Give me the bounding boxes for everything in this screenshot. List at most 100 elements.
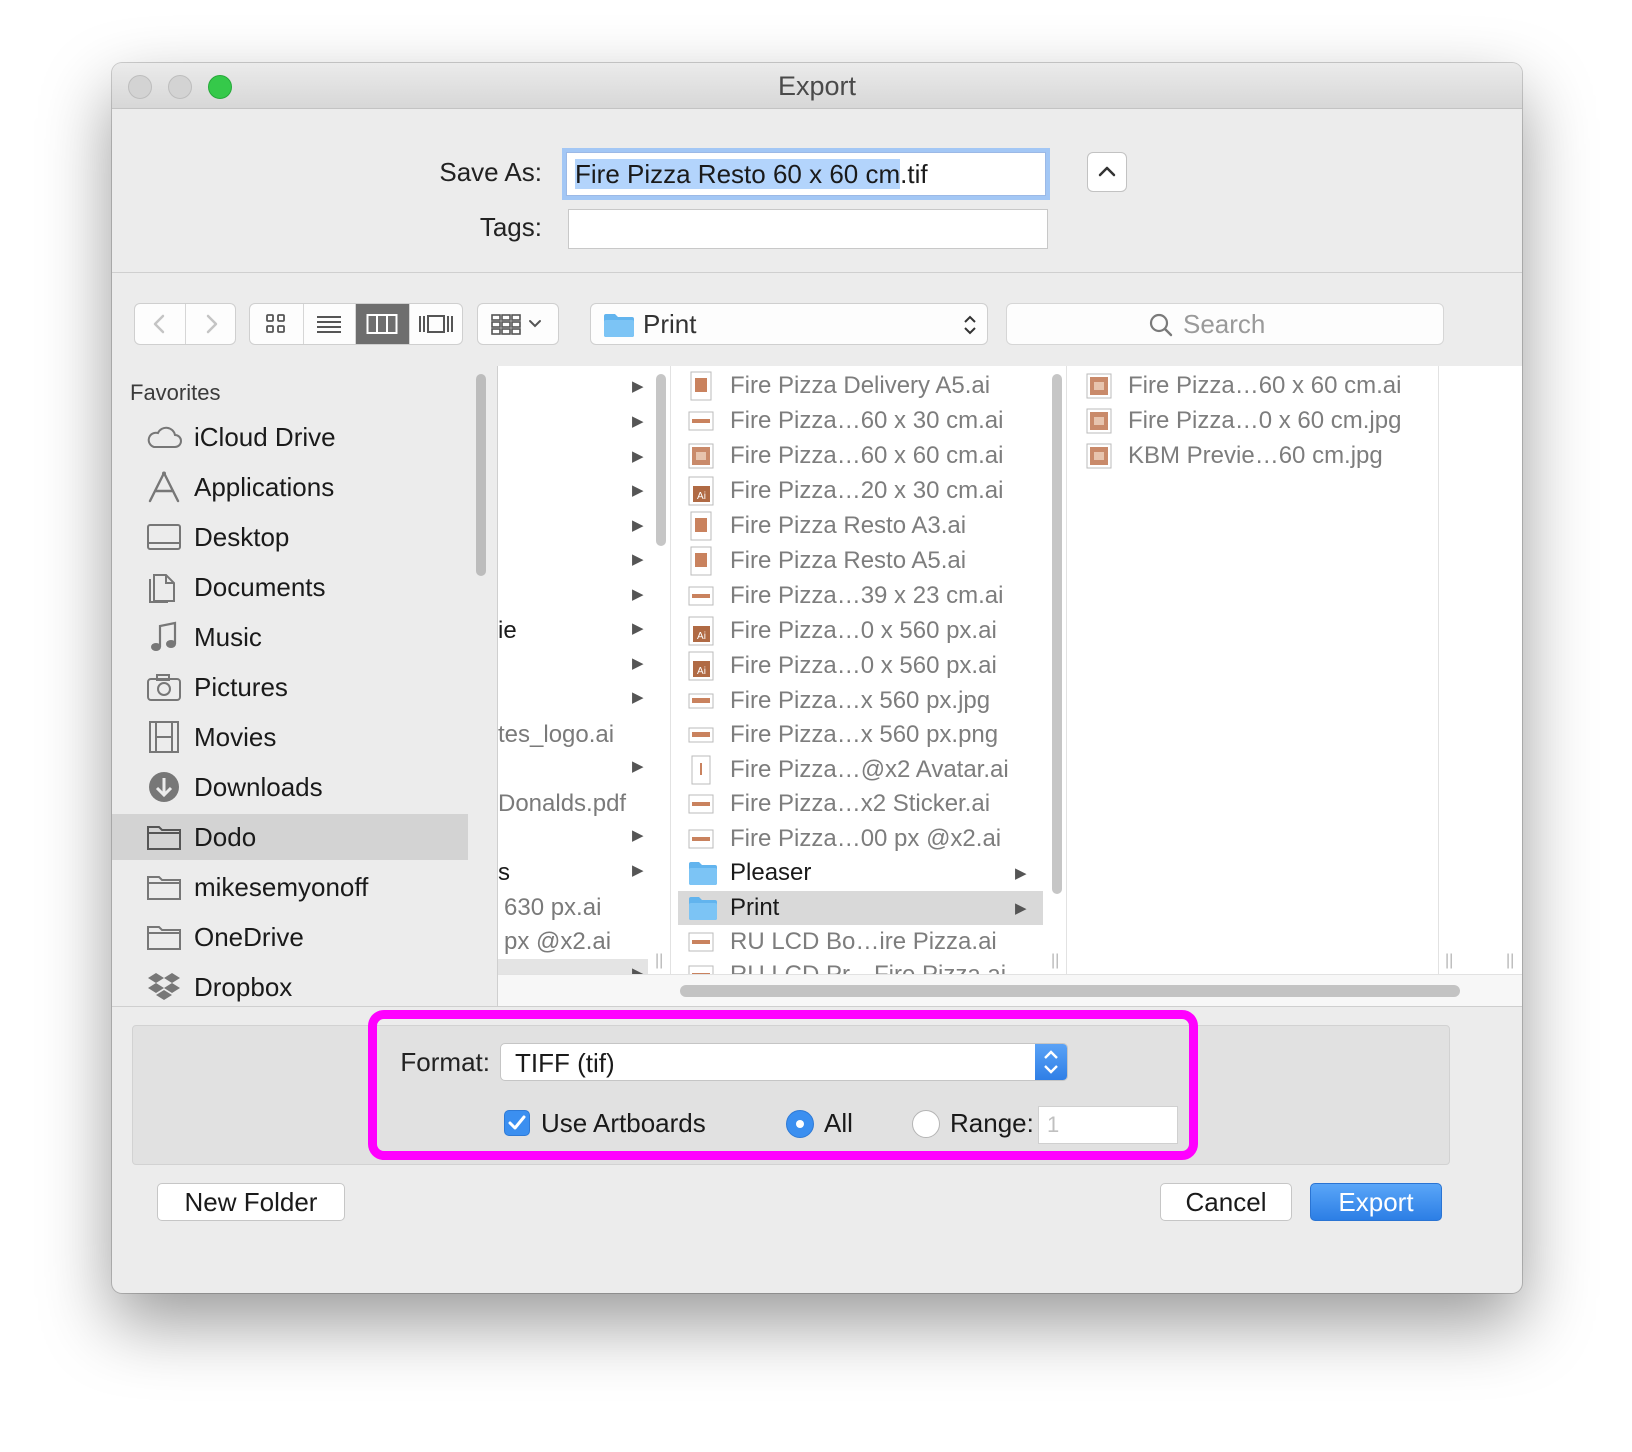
image-file-icon xyxy=(1086,371,1112,401)
forward-button[interactable] xyxy=(185,304,235,344)
filename-extension: .tif xyxy=(900,159,928,189)
sidebar-item-movies[interactable]: Movies xyxy=(112,714,468,760)
file-item[interactable]: Fire Pizza…60 x 30 cm.ai xyxy=(678,404,1043,438)
back-button[interactable] xyxy=(135,304,185,344)
file-item[interactable]: Fire Pizza…@x2 Avatar.ai xyxy=(678,753,1043,787)
folder-item-pleaser[interactable]: Pleaser ▶ xyxy=(678,856,1043,890)
sidebar-item-music[interactable]: Music xyxy=(112,614,468,660)
collapse-dialog-button[interactable] xyxy=(1087,152,1127,192)
column-1-scrollbar[interactable] xyxy=(656,374,666,546)
column-1-item[interactable]: 630 px.ai xyxy=(504,891,652,925)
column-resize-handle[interactable]: || xyxy=(1506,952,1514,970)
column-1-item[interactable]: tes_logo.ai xyxy=(498,718,646,752)
music-icon xyxy=(144,619,184,655)
sidebar-item-label: Downloads xyxy=(194,771,323,802)
sidebar-item-dodo[interactable]: Dodo xyxy=(112,814,468,860)
tags-field[interactable] xyxy=(568,209,1048,249)
file-item[interactable]: RU LCD Bo…ire Pizza.ai xyxy=(678,925,1043,959)
column-1-item[interactable] xyxy=(498,509,646,543)
export-button[interactable]: Export xyxy=(1310,1183,1442,1221)
disclosure-arrow-icon: ▶ xyxy=(632,413,644,430)
column-1-item[interactable] xyxy=(498,474,646,508)
column-1-item[interactable]: ie xyxy=(498,614,646,648)
file-item[interactable]: Fire Pizza Resto A5.ai xyxy=(678,544,1043,578)
disclosure-arrow-icon: ▶ xyxy=(632,517,644,534)
column-1-item[interactable]: s xyxy=(498,856,646,890)
sidebar-item-pictures[interactable]: Pictures xyxy=(112,664,468,710)
column-1-item[interactable]: Donalds.pdf xyxy=(498,787,646,821)
file-item[interactable]: Fire Pizza…39 x 23 cm.ai xyxy=(678,579,1043,613)
disclosure-arrow-icon: ▶ xyxy=(632,551,644,568)
sidebar-item-documents[interactable]: Documents xyxy=(112,564,468,610)
folder-icon xyxy=(688,858,717,888)
file-item[interactable]: Fire Pizza…0 x 60 cm.jpg xyxy=(1076,404,1466,438)
arrange-menu-button[interactable] xyxy=(477,303,559,345)
file-name: Fire Pizza…@x2 Avatar.ai xyxy=(730,756,1009,783)
illustrator-file-icon xyxy=(688,406,714,436)
divider xyxy=(112,272,1522,273)
disclosure-arrow-icon: ▶ xyxy=(632,448,644,465)
file-item[interactable]: Fire Pizza Delivery A5.ai xyxy=(678,369,1043,403)
horizontal-scrollbar[interactable] xyxy=(680,985,1460,997)
svg-text:Ai: Ai xyxy=(697,491,706,502)
save-as-field[interactable]: Fire Pizza Resto 60 x 60 cm.tif xyxy=(566,152,1046,196)
column-1-item[interactable] xyxy=(498,822,646,856)
folder-item-print[interactable]: Print ▶ xyxy=(678,891,1043,925)
column-1-item[interactable] xyxy=(498,684,646,718)
sidebar-item-applications[interactable]: Applications xyxy=(112,464,468,510)
illustrator-file-icon xyxy=(688,546,714,576)
list-view-button[interactable] xyxy=(302,304,356,344)
cancel-button[interactable]: Cancel xyxy=(1160,1183,1292,1221)
image-file-icon xyxy=(688,720,714,750)
cover-flow-button[interactable] xyxy=(408,304,463,344)
folder-name: Print xyxy=(730,894,780,921)
sidebar-item-icloud-drive[interactable]: iCloud Drive xyxy=(112,414,468,460)
column-resize-handle[interactable]: || xyxy=(1445,952,1453,970)
column-1-item[interactable]: px @x2.ai xyxy=(504,925,652,959)
column-1-item[interactable] xyxy=(498,369,646,403)
file-item[interactable]: Ai Fire Pizza…0 x 560 px.ai xyxy=(678,649,1043,683)
arrange-icon xyxy=(491,314,541,335)
tags-label: Tags: xyxy=(479,212,542,242)
file-item[interactable]: Ai Fire Pizza…0 x 560 px.ai xyxy=(678,614,1043,648)
file-name: Fire Pizza…0 x 60 cm.jpg xyxy=(1128,407,1402,434)
file-item[interactable]: RU LCD Pr…Fire Pizza.ai xyxy=(678,958,1043,974)
sidebar-item-onedrive[interactable]: OneDrive xyxy=(112,914,468,960)
file-name: RU LCD Pr…Fire Pizza.ai xyxy=(730,958,1006,974)
icon-view-button[interactable] xyxy=(250,304,303,344)
column-1-item[interactable] xyxy=(498,404,646,438)
file-name: Fire Pizza…60 x 30 cm.ai xyxy=(730,407,1004,434)
location-popup[interactable]: Print xyxy=(590,303,988,345)
column-view-button[interactable] xyxy=(355,304,409,344)
list-icon xyxy=(317,316,342,333)
file-item[interactable]: Fire Pizza…60 x 60 cm.ai xyxy=(1076,369,1466,403)
folder-icon xyxy=(144,819,184,855)
column-1-item[interactable] xyxy=(498,544,646,578)
column-1-item[interactable] xyxy=(498,439,646,473)
sidebar-item-downloads[interactable]: Downloads xyxy=(112,764,468,810)
file-item[interactable]: Fire Pizza Resto A3.ai xyxy=(678,509,1043,543)
file-item[interactable]: Fire Pizza…x 560 px.jpg xyxy=(678,684,1043,718)
file-item[interactable]: Fire Pizza…00 px @x2.ai xyxy=(678,822,1043,856)
export-dialog: Export Save As: Fire Pizza Resto 60 x 60… xyxy=(112,63,1522,1293)
new-folder-button[interactable]: New Folder xyxy=(157,1183,345,1221)
file-item[interactable]: KBM Previe…60 cm.jpg xyxy=(1076,439,1466,473)
column-1-selected-row[interactable] xyxy=(498,959,648,975)
column-1-item[interactable] xyxy=(498,579,646,613)
sidebar-item-dropbox[interactable]: Dropbox xyxy=(112,964,468,1006)
column-resize-handle[interactable]: || xyxy=(655,952,663,970)
file-item[interactable]: Fire Pizza…x2 Sticker.ai xyxy=(678,787,1043,821)
column-1-item[interactable] xyxy=(498,649,646,683)
column-1-item[interactable] xyxy=(498,753,646,787)
disclosure-arrow-icon: ▶ xyxy=(632,482,644,499)
column-2-scrollbar[interactable] xyxy=(1052,374,1062,894)
search-field[interactable]: Search xyxy=(1006,303,1444,345)
file-item[interactable]: Ai Fire Pizza…20 x 30 cm.ai xyxy=(678,474,1043,508)
sidebar-item-desktop[interactable]: Desktop xyxy=(112,514,468,560)
file-item[interactable]: Fire Pizza…60 x 60 cm.ai xyxy=(678,439,1043,473)
sidebar-scrollbar[interactable] xyxy=(476,374,486,576)
arrange-button[interactable] xyxy=(478,304,558,344)
sidebar-item-mikesemyonoff[interactable]: mikesemyonoff xyxy=(112,864,468,910)
file-item[interactable]: Fire Pizza…x 560 px.png xyxy=(678,718,1043,752)
column-resize-handle[interactable]: || xyxy=(1051,952,1059,970)
